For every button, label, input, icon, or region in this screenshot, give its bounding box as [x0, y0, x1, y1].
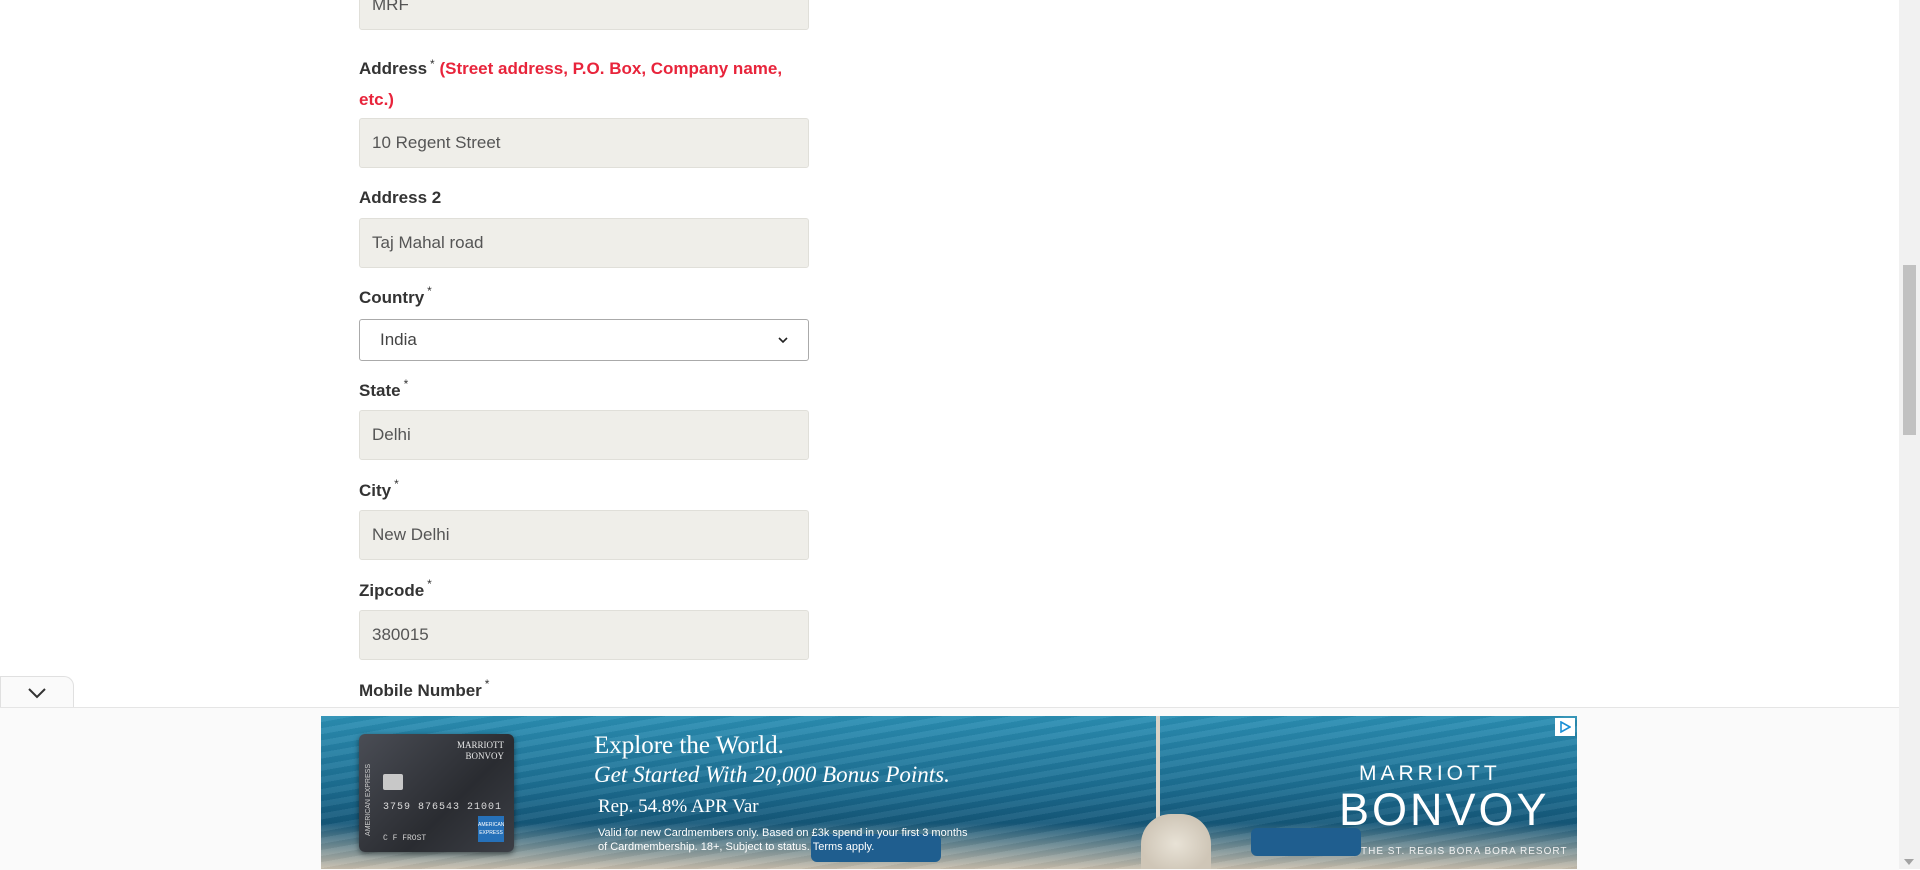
advertisement-banner[interactable]: AMERICAN EXPRESS MARRIOTT BONVOY 3759 87… — [321, 716, 1577, 869]
zipcode-field[interactable] — [359, 610, 809, 660]
mobile-label-text: Mobile Number — [359, 681, 482, 700]
ad-brand-logo: BONVOY — [1339, 784, 1550, 835]
ad-terms-line1: Valid for new Cardmembers only. Based on… — [598, 827, 968, 839]
scrollbar-thumb[interactable] — [1903, 265, 1916, 435]
city-label-text: City — [359, 481, 392, 500]
address-label-text: Address — [359, 59, 428, 78]
amex-logo: AMERICAN EXPRESS — [478, 816, 504, 842]
zipcode-label: Zipcode * — [359, 577, 432, 601]
adchoices-icon[interactable] — [1555, 718, 1575, 736]
address2-field[interactable] — [359, 218, 809, 268]
address-field[interactable] — [359, 118, 809, 168]
ad-brand-sub: THE ST. REGIS BORA BORA RESORT — [1361, 846, 1568, 857]
state-label: State * — [359, 377, 408, 401]
play-triangle-icon — [1560, 721, 1571, 733]
ad-apr: Rep. 54.8% APR Var — [598, 796, 759, 817]
mobile-label: Mobile Number * — [359, 677, 489, 701]
required-mark: * — [484, 677, 490, 691]
ad-terms: Valid for new Cardmembers only. Based on… — [598, 826, 1118, 854]
country-label: Country * — [359, 284, 432, 308]
country-selected-value: India — [380, 330, 417, 349]
ad-terms-line2: of Cardmembership. 18+, Subject to statu… — [598, 841, 875, 853]
chevron-down-icon — [778, 337, 788, 344]
required-mark: * — [394, 477, 399, 491]
country-label-text: Country — [359, 288, 425, 307]
required-mark: * — [427, 284, 432, 298]
card-side-text: AMERICAN EXPRESS — [365, 764, 372, 836]
card-brand-top: MARRIOTT — [457, 740, 504, 750]
ad-brand-top: MARRIOTT — [1359, 762, 1501, 785]
ad-collapse-button[interactable] — [0, 676, 74, 708]
card-brand: MARRIOTT BONVOY — [457, 740, 504, 762]
vertical-scrollbar[interactable] — [1899, 0, 1920, 869]
zipcode-label-text: Zipcode — [359, 581, 425, 600]
scroll-down-arrow-icon[interactable] — [1904, 859, 1914, 865]
ad-table — [1141, 814, 1211, 869]
card-number: 3759 876543 21001 — [383, 802, 503, 813]
card-brand-main: BONVOY — [465, 751, 504, 761]
country-select[interactable]: India — [359, 319, 809, 361]
card-name: C F FROST — [383, 834, 427, 843]
ad-headline: Explore the World. — [594, 732, 784, 759]
state-field[interactable] — [359, 410, 809, 460]
card-chip-icon — [383, 774, 403, 790]
city-field[interactable] — [359, 510, 809, 560]
required-mark: * — [427, 577, 432, 591]
state-label-text: State — [359, 381, 401, 400]
required-mark: * — [430, 57, 435, 71]
ad-subheadline: Get Started With 20,000 Bonus Points. — [594, 762, 950, 787]
address-label: Address * (Street address, P.O. Box, Comp… — [359, 53, 809, 115]
city-label: City * — [359, 477, 399, 501]
chevron-down-icon — [28, 687, 46, 698]
company-field[interactable] — [359, 0, 809, 30]
credit-card-image: AMERICAN EXPRESS MARRIOTT BONVOY 3759 87… — [359, 734, 514, 852]
address2-label: Address 2 — [359, 188, 442, 207]
required-mark: * — [403, 377, 409, 391]
